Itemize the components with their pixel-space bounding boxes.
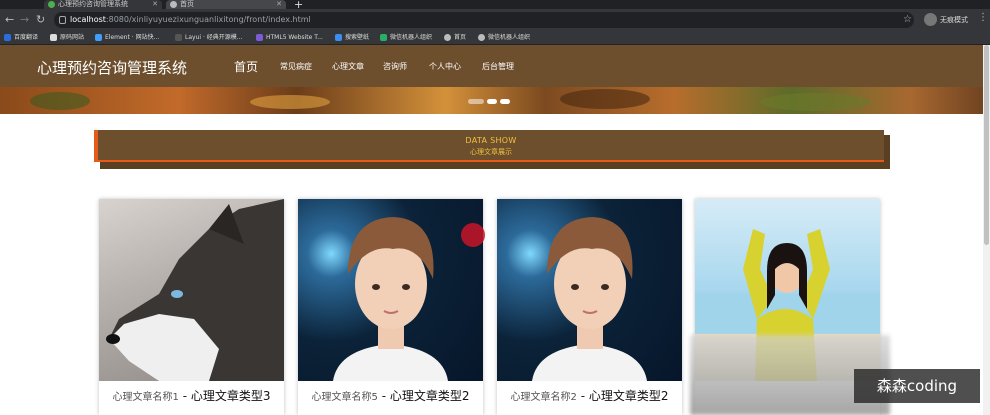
html5-icon [256,34,263,41]
vue-icon [48,1,55,8]
carousel-dot[interactable] [468,99,484,104]
article-image [497,199,682,381]
article-card[interactable]: 心理文章名称1 - 心理文章类型3 [99,199,284,415]
back-icon[interactable]: ← [5,12,14,28]
url-host: localhost [70,15,106,24]
section-title-en: DATA SHOW [465,136,517,145]
translate-icon [4,34,11,41]
card-type: 心理文章类型3 [190,389,271,403]
watermark: 森森coding [854,369,980,403]
wallpaper-icon [335,34,342,41]
address-bar: ← → ↻ localhost:8080/xinliyuyuezixunguan… [0,9,990,31]
scrollbar[interactable] [983,45,990,415]
bookmark-label: 原码网站 [60,34,85,41]
card-caption: 心理文章名称1 - 心理文章类型3 [99,385,284,404]
bookmark-label: Layui · 经典开源模... [185,34,243,41]
bookmark-label: 首页 [454,34,467,41]
card-name: 心理文章名称2 [510,392,577,403]
banner-decoration [30,92,90,110]
url-input[interactable]: localhost:8080/xinliyuyuezixunguanlixito… [54,12,914,28]
nav-home[interactable]: 首页 [234,58,258,75]
site-title[interactable]: 心理预约咨询管理系统 [37,57,187,78]
bookmark-item[interactable]: Element · 网站快... [95,33,159,43]
scrollbar-thumb[interactable] [984,45,989,245]
card-type: 心理文章类型2 [389,389,470,403]
card-type: 心理文章类型2 [588,389,669,403]
card-separator: - [178,389,191,403]
forward-icon[interactable]: → [20,12,29,28]
bookmark-item[interactable]: 微信机器人组织 [478,33,530,43]
card-name: 心理文章名称1 [112,392,179,403]
bookmark-label: 搜索壁纸 [345,34,370,41]
banner-decoration [760,93,870,111]
nav-common-disorders[interactable]: 常见病症 [280,61,312,72]
portrait-image [333,217,448,381]
banner-decoration [560,89,650,109]
banner-decoration [250,95,330,109]
layui-icon [175,34,182,41]
carousel-dot[interactable] [500,99,510,104]
husky-image [106,199,284,381]
nav-admin[interactable]: 后台管理 [482,61,514,72]
bookmark-item[interactable]: 微信机器人组织 [380,33,432,43]
url-path: :8080/xinliyuyuezixunguanlixitong/front/… [105,15,311,24]
bookmark-item[interactable]: 百度翻译 [4,33,38,43]
card-separator: - [576,389,589,403]
bookmark-star-icon[interactable]: ☆ [903,12,912,28]
incognito-indicator[interactable]: 无痕模式 [924,13,968,27]
cursor-highlight [461,223,485,247]
carousel-dot[interactable] [487,99,497,104]
close-icon[interactable]: ✕ [276,0,282,9]
info-icon [59,16,66,24]
bookmark-item[interactable]: 首页 [444,33,466,43]
tab-title: 首页 [180,0,194,8]
tab-home[interactable]: 首页 ✕ [166,0,286,9]
bookmark-label: HTML5 Website T... [266,34,323,41]
article-card[interactable]: 心理文章名称2 - 心理文章类型2 [497,199,682,415]
section-title: DATA SHOW 心理文章展示 [94,130,884,162]
bookmark-label: 微信机器人组织 [488,34,531,41]
bookmark-label: 微信机器人组织 [390,34,433,41]
card-caption: 心理文章名称2 - 心理文章类型2 [497,385,682,404]
card-caption: 心理文章名称5 - 心理文章类型2 [298,385,483,404]
bookmark-item[interactable]: Layui · 经典开源模... [175,33,242,43]
portrait-image [532,217,647,381]
incognito-icon [924,13,937,26]
reload-icon[interactable]: ↻ [36,12,45,28]
card-name: 心理文章名称5 [311,392,378,403]
tab-admin[interactable]: 心理预约咨询管理系统 ✕ [44,0,162,9]
nav-articles[interactable]: 心理文章 [332,61,364,72]
bookmark-item[interactable]: 原码网站 [50,33,84,43]
article-image [298,199,483,381]
nav-personal-center[interactable]: 个人中心 [429,61,461,72]
article-card[interactable]: 心理文章名称5 - 心理文章类型2 [298,199,483,415]
globe-icon [170,1,177,8]
globe-icon [444,34,451,41]
bookmark-label: 百度翻译 [14,34,39,41]
nav-counselors[interactable]: 咨询师 [383,61,407,72]
section-title-cn: 心理文章展示 [470,148,512,156]
bookmark-item[interactable]: 搜索壁纸 [335,33,369,43]
globe-icon [478,34,485,41]
flag-icon [50,34,57,41]
bookmark-label: Element · 网站快... [105,34,160,41]
article-image [99,199,284,381]
bookmark-item[interactable]: HTML5 Website T... [256,33,323,43]
profile-label: 无痕模式 [940,16,968,24]
new-tab-button[interactable]: + [294,0,303,9]
wechat-icon [380,34,387,41]
bookmarks-bar: 百度翻译 原码网站 Element · 网站快... Layui · 经典开源模… [0,31,990,45]
card-separator: - [377,389,390,403]
site-header: 心理预约咨询管理系统 首页 常见病症 心理文章 咨询师 个人中心 后台管理 [0,45,990,87]
tab-title: 心理预约咨询管理系统 [58,0,128,8]
browser-tab-bar: 心理预约咨询管理系统 ✕ 首页 ✕ + [0,0,990,9]
element-icon [95,34,102,41]
menu-icon[interactable]: ⋮ [978,12,988,23]
close-icon[interactable]: ✕ [152,0,158,9]
